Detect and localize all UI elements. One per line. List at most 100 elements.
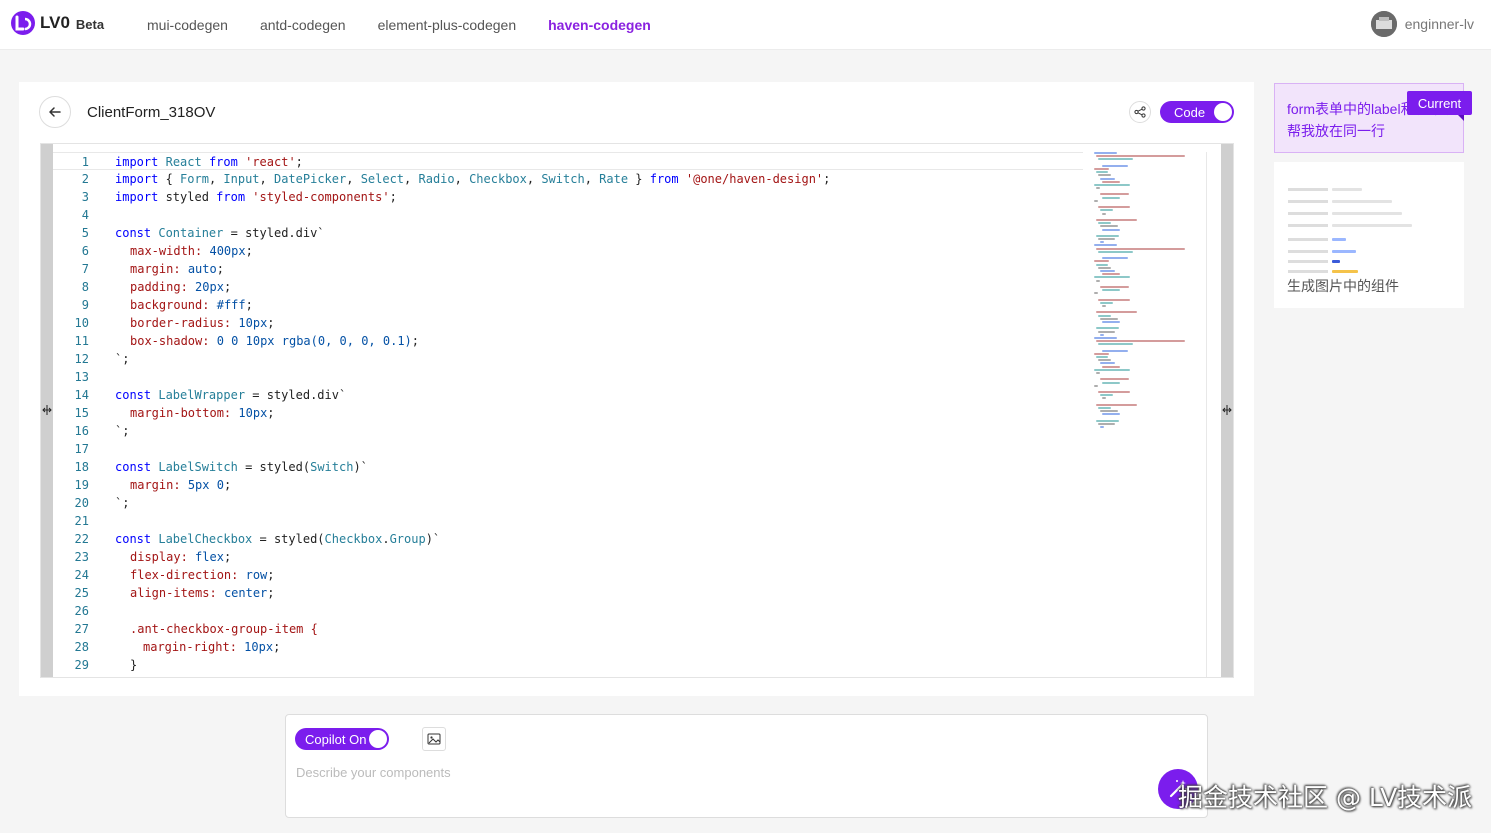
line-number: 28 xyxy=(74,640,89,654)
line-number: 8 xyxy=(81,280,89,294)
code-lines[interactable]: 1 import React from 'react'; 2 import { For… xyxy=(53,152,1083,677)
code-line[interactable]: 18 const LabelSwitch = styled(Switch)` xyxy=(53,458,1083,476)
history-thumbnail xyxy=(1288,178,1450,273)
minimap-line xyxy=(1098,174,1111,177)
resize-handle-icon[interactable] xyxy=(1221,403,1233,417)
minimap-line xyxy=(1100,193,1129,196)
minimap-line xyxy=(1094,352,1110,355)
code-line[interactable]: 24 flex-direction: row; xyxy=(53,566,1083,584)
line-number: 3 xyxy=(81,190,89,204)
line-number: 2 xyxy=(81,172,89,186)
code-line[interactable]: 15 margin-bottom: 10px; xyxy=(53,404,1083,422)
code-view-toggle[interactable]: Code xyxy=(1160,101,1234,123)
line-number: 21 xyxy=(74,514,89,528)
code-line[interactable]: 4 xyxy=(53,206,1083,224)
resize-handle-icon[interactable] xyxy=(41,403,53,417)
minimap-line xyxy=(1098,343,1134,346)
line-number: 11 xyxy=(74,334,89,348)
code-line[interactable]: 1 import React from 'react'; xyxy=(53,152,1083,170)
minimap-line xyxy=(1096,356,1108,358)
code-line[interactable]: 22 const LabelCheckbox = styled(Checkbox.… xyxy=(53,530,1083,548)
minimap-line xyxy=(1100,225,1118,228)
minimap-line xyxy=(1094,167,1110,170)
code-line[interactable]: 11 box-shadow: 0 0 10px rgba(0, 0, 0, 0.1… xyxy=(53,332,1083,350)
minimap-line xyxy=(1102,397,1106,400)
avatar[interactable] xyxy=(1370,11,1397,37)
line-source: .ant-checkbox-group-item { xyxy=(130,622,318,636)
line-number: 15 xyxy=(74,406,89,420)
code-line[interactable]: 10 border-radius: 10px; xyxy=(53,314,1083,332)
share-button[interactable] xyxy=(1129,101,1151,123)
code-line[interactable]: 3 import styled from 'styled-components'; xyxy=(53,188,1083,206)
minimap-line xyxy=(1102,413,1120,416)
line-source: const LabelWrapper = styled.div` xyxy=(115,388,347,402)
minimap-line xyxy=(1100,378,1129,381)
code-line[interactable]: 14 const LabelWrapper = styled.div` xyxy=(53,386,1083,404)
username: enginner-lv xyxy=(1404,16,1474,32)
minimap-line xyxy=(1096,247,1186,250)
line-source: margin-bottom: 10px; xyxy=(130,406,275,420)
code-line[interactable]: 2 import { Form, Input, DatePicker, Selec… xyxy=(53,170,1083,188)
line-number: 7 xyxy=(81,262,89,276)
code-line[interactable]: 5 const Container = styled.div` xyxy=(53,224,1083,242)
minimap-line xyxy=(1098,314,1111,317)
code-line[interactable]: 23 display: flex; xyxy=(53,548,1083,566)
line-source: margin: 5px 0; xyxy=(130,478,232,492)
copilot-toggle-label: Copilot On xyxy=(305,731,367,747)
prompt-input[interactable] xyxy=(296,761,1146,783)
minimap-line xyxy=(1102,365,1120,368)
editor-scrollbar[interactable] xyxy=(1206,152,1207,677)
user-menu[interactable]: enginner-lv xyxy=(1370,10,1474,38)
code-line[interactable]: 28 margin-right: 10px; xyxy=(53,638,1083,656)
toggle-knob xyxy=(1214,103,1232,121)
line-number: 14 xyxy=(74,388,89,402)
code-line[interactable]: 6 max-width: 400px; xyxy=(53,242,1083,260)
code-line[interactable]: 9 background: #fff; xyxy=(53,296,1083,314)
line-number: 6 xyxy=(81,244,89,258)
minimap-line xyxy=(1098,222,1111,225)
upload-image-button[interactable] xyxy=(422,727,446,751)
code-line[interactable]: 17 xyxy=(53,440,1083,458)
code-toggle-label: Code xyxy=(1174,104,1206,120)
minimap-line xyxy=(1102,257,1129,260)
line-number: 9 xyxy=(81,298,89,312)
back-button[interactable] xyxy=(39,96,71,128)
line-source: box-shadow: 0 0 10px rgba(0, 0, 0, 0.1); xyxy=(130,334,420,348)
nav-tab-antd-codegen[interactable]: antd-codegen xyxy=(260,17,346,33)
code-line[interactable]: 25 align-items: center; xyxy=(53,584,1083,602)
share-icon xyxy=(1134,106,1146,118)
main-nav: mui-codegen antd-codegen element-plus-co… xyxy=(147,0,683,50)
line-source: const LabelCheckbox = styled(Checkbox.Gr… xyxy=(115,532,441,546)
nav-tab-element-plus-codegen[interactable]: element-plus-codegen xyxy=(378,17,517,33)
line-number: 29 xyxy=(74,658,89,672)
code-line[interactable]: 26 xyxy=(53,602,1083,620)
line-source: import { Form, Input, DatePicker, Select… xyxy=(115,172,831,186)
brand-logo[interactable]: LV0 Beta xyxy=(10,6,104,40)
code-line[interactable]: 13 xyxy=(53,368,1083,386)
nav-tab-mui-codegen[interactable]: mui-codegen xyxy=(147,17,228,33)
minimap-line xyxy=(1096,234,1120,237)
minimap-line xyxy=(1100,301,1113,304)
code-line[interactable]: 19 margin: 5px 0; xyxy=(53,476,1083,494)
top-navigation-bar: LV0 Beta mui-codegen antd-codegen elemen… xyxy=(0,0,1491,50)
code-line[interactable]: 7 margin: auto; xyxy=(53,260,1083,278)
minimap-line xyxy=(1096,187,1100,190)
line-source: padding: 20px; xyxy=(130,280,232,294)
history-item[interactable]: 生成图片中的组件 xyxy=(1274,162,1464,308)
code-line[interactable]: 29} xyxy=(53,656,1083,674)
code-line[interactable]: 16 `; xyxy=(53,422,1083,440)
copilot-toggle[interactable]: Copilot On xyxy=(295,728,389,750)
code-line[interactable]: 20 `; xyxy=(53,494,1083,512)
code-line[interactable]: 27 .ant-checkbox-group-item { xyxy=(53,620,1083,638)
code-line[interactable]: 8 padding: 20px; xyxy=(53,278,1083,296)
minimap-line xyxy=(1094,260,1110,263)
minimap-line xyxy=(1098,391,1130,394)
code-minimap[interactable] xyxy=(1094,152,1194,429)
code-line[interactable]: 21 xyxy=(53,512,1083,530)
line-source xyxy=(101,602,130,620)
code-line[interactable]: 12 `; xyxy=(53,350,1083,368)
nav-tab-haven-codegen[interactable]: haven-codegen xyxy=(548,17,651,33)
line-source: import styled from 'styled-components'; xyxy=(115,190,397,204)
code-editor[interactable]: 1 import React from 'react'; 2 import { For… xyxy=(40,143,1234,678)
minimap-line xyxy=(1100,362,1116,365)
